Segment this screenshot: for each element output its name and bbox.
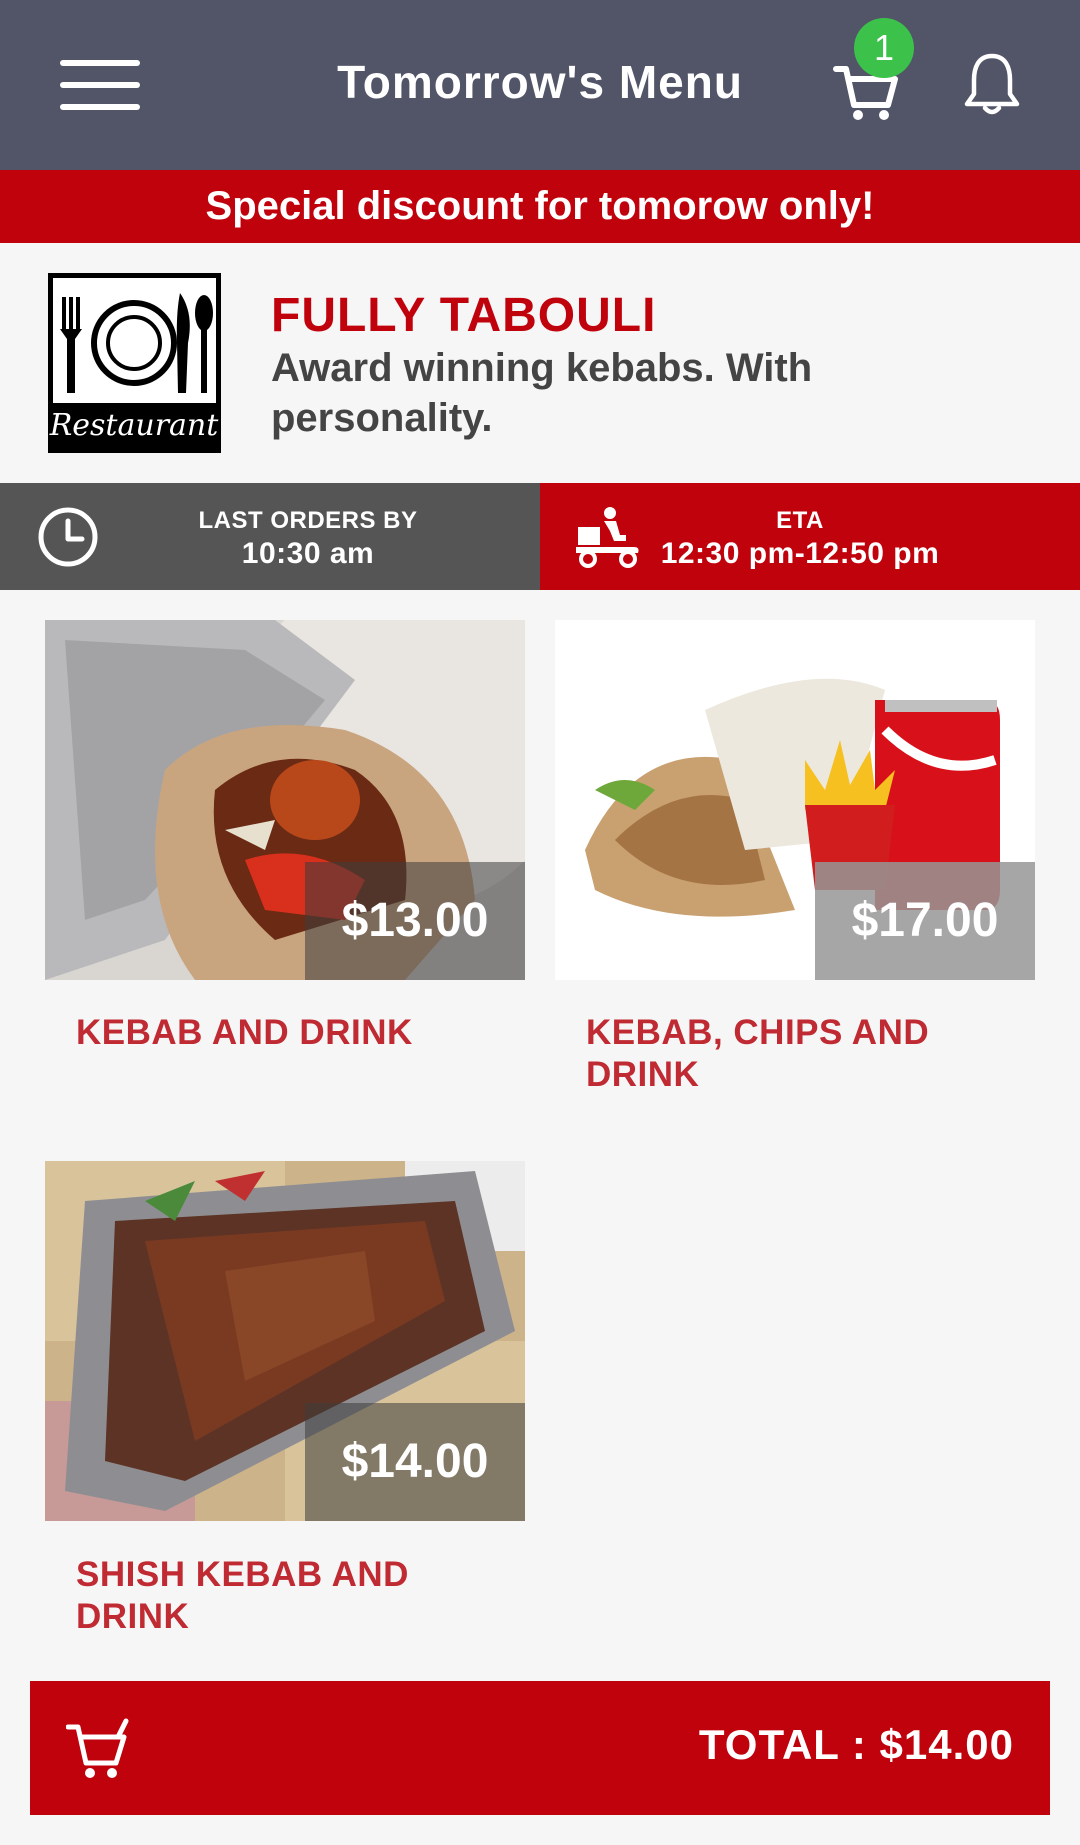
last-orders-value: 10:30 am [241, 537, 375, 570]
last-orders-panel: LAST ORDERS BY 10:30 am [0, 483, 540, 590]
menu-item-card[interactable]: $17.00 [555, 620, 1035, 980]
menu-icon[interactable] [60, 60, 140, 110]
bell-icon[interactable] [962, 50, 1022, 120]
last-orders-label: LAST ORDERS BY [198, 507, 418, 534]
order-info-bar: LAST ORDERS BY 10:30 am ETA 12:30 pm-12:… [0, 483, 1080, 590]
restaurant-info: Restaurant FULLY TABOULI Award winning k… [0, 243, 1080, 483]
menu-item-name[interactable]: KEBAB, CHIPS AND DRINK [586, 1012, 1006, 1096]
item-price: $17.00 [815, 862, 1035, 980]
eta-label: ETA [776, 507, 824, 534]
restaurant-logo: Restaurant [48, 273, 221, 453]
menu-item-card[interactable]: $14.00 [45, 1161, 525, 1521]
svg-text:Restaurant: Restaurant [49, 408, 220, 443]
menu-item-card[interactable]: $13.00 [45, 620, 525, 980]
eta-panel: ETA 12:30 pm-12:50 pm [540, 483, 1080, 590]
restaurant-description: Award winning kebabs. With personality. [271, 346, 813, 440]
cart-count-badge: 1 [854, 18, 914, 78]
item-price: $14.00 [305, 1403, 525, 1521]
menu-item-name[interactable]: SHISH KEBAB AND DRINK [76, 1554, 496, 1638]
page-title: Tomorrow's Menu [337, 56, 743, 108]
menu-item-name[interactable]: KEBAB AND DRINK [76, 1012, 496, 1054]
cart-icon [66, 1718, 129, 1778]
item-price: $13.00 [305, 862, 525, 980]
cart-total-bar[interactable]: TOTAL : $14.00 [30, 1681, 1050, 1815]
app-header: Tomorrow's Menu 1 [0, 0, 1080, 170]
promo-banner: Special discount for tomorow only! [0, 170, 1080, 243]
clock-icon [38, 507, 98, 567]
cart-total: TOTAL : $14.00 [698, 1721, 1014, 1768]
eta-value: 12:30 pm-12:50 pm [660, 537, 940, 570]
restaurant-name: FULLY TABOULI [271, 289, 657, 342]
